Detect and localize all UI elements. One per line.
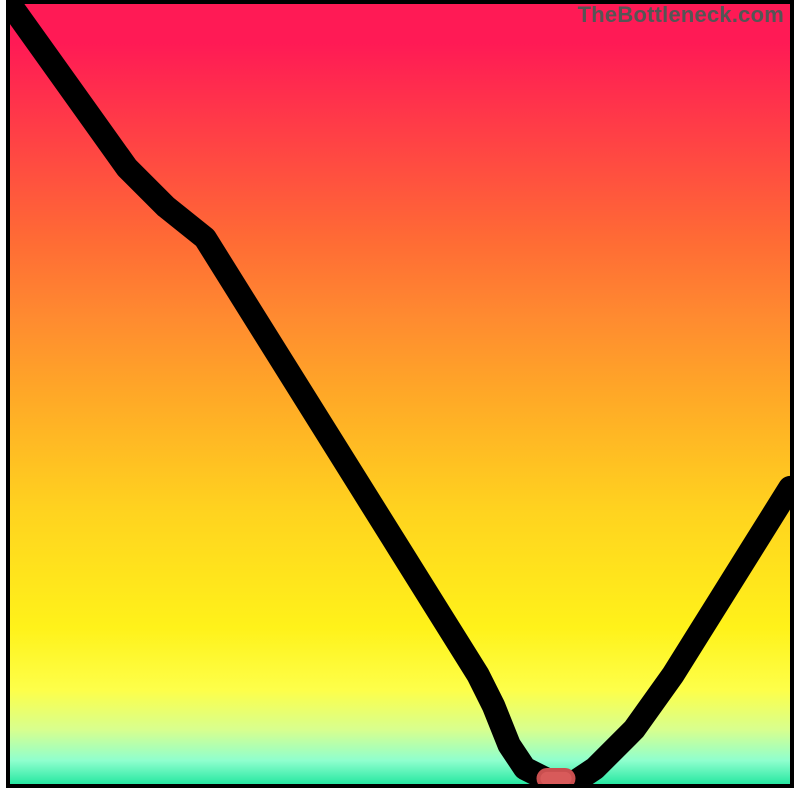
chart-svg: [10, 4, 790, 784]
watermark-label: TheBottleneck.com: [578, 2, 784, 28]
chart-container: TheBottleneck.com: [6, 0, 794, 788]
optimal-point-marker: [538, 770, 573, 784]
bottleneck-curve-line: [10, 4, 790, 784]
